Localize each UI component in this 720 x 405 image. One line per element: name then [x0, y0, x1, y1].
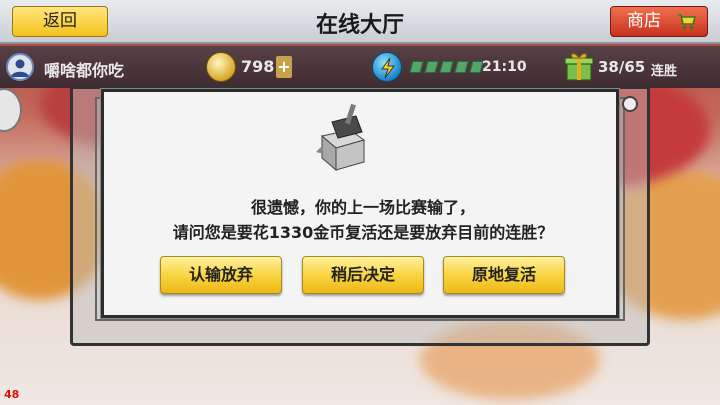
win-streak-label: 连胜 — [651, 64, 678, 79]
lightning-icon — [372, 52, 402, 82]
user-icon — [11, 59, 29, 77]
coin-icon — [206, 52, 236, 82]
scrollbar-thumb[interactable] — [622, 96, 638, 112]
win-streak-count: 38/65 — [598, 58, 646, 76]
top-bar: 返回 在线大厅 商店 — [0, 0, 720, 44]
add-coins-button[interactable]: + — [276, 56, 292, 78]
shop-button[interactable]: 商店 — [610, 6, 708, 37]
username: 嚼啥都你吃 — [44, 61, 125, 80]
coin-count: 798 — [241, 57, 275, 76]
cart-icon — [678, 14, 697, 30]
gift-icon — [564, 53, 594, 81]
status-bar: 嚼啥都你吃 798 + 21:10 38/65 连胜 — [0, 46, 720, 88]
energy-segment — [439, 61, 454, 73]
give-up-button[interactable]: 认输放弃 — [160, 256, 282, 294]
avatar[interactable] — [6, 53, 34, 81]
revive-button[interactable]: 原地复活 — [443, 256, 565, 294]
revive-dialog: 很遗憾，你的上一场比赛输了， 请问您是要花1330金币复活还是要放弃目前的连胜？… — [101, 89, 619, 318]
fps-counter: 48 — [4, 388, 20, 401]
energy-meter — [409, 61, 484, 73]
dialog-message-line1: 很遗憾，你的上一场比赛输了， — [250, 198, 475, 217]
energy-segment — [424, 61, 439, 73]
energy-timer: 21:10 — [482, 59, 527, 75]
shop-label: 商店 — [627, 11, 661, 31]
gift-box-icon — [316, 103, 366, 172]
energy-segment — [409, 61, 424, 73]
dialog-message-line2: 请问您是要花1330金币复活还是要放弃目前的连胜？ — [172, 223, 554, 242]
decide-later-button[interactable]: 稍后决定 — [302, 256, 424, 294]
energy-segment — [454, 61, 469, 73]
